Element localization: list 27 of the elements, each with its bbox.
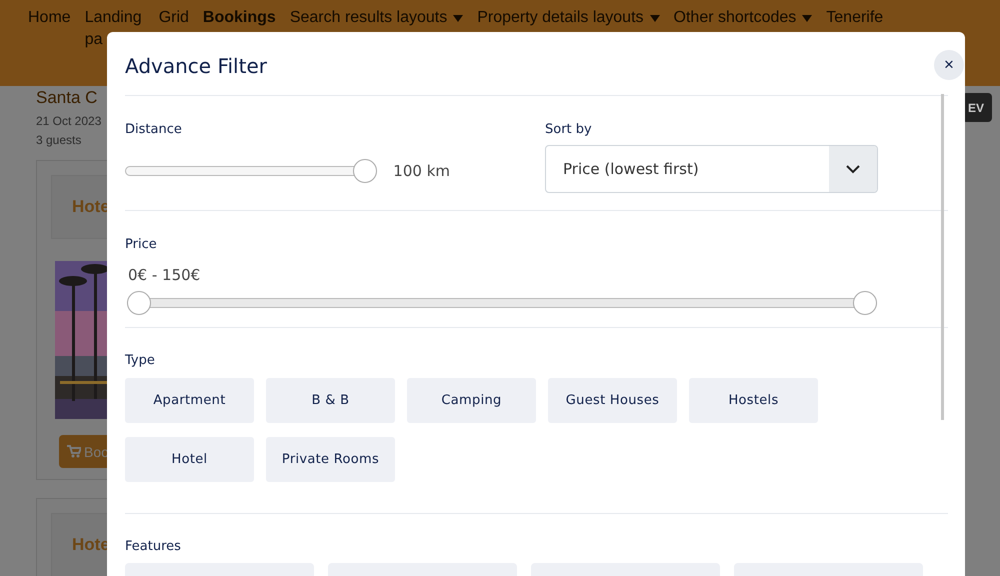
close-button[interactable]: × bbox=[934, 50, 964, 80]
type-option[interactable]: Private Rooms bbox=[266, 437, 395, 482]
slider-track[interactable] bbox=[125, 159, 378, 183]
type-option[interactable]: Apartment bbox=[125, 378, 254, 423]
range-track[interactable] bbox=[127, 291, 877, 315]
slider-thumb[interactable] bbox=[353, 159, 378, 183]
type-option[interactable]: Camping bbox=[407, 378, 536, 423]
booking-title: Santa C bbox=[36, 88, 98, 108]
distance-value: 100 km bbox=[393, 162, 450, 180]
price-range: 0€ - 150€ bbox=[128, 266, 202, 284]
scrollbar[interactable] bbox=[941, 94, 944, 420]
field-label: Distance bbox=[125, 121, 183, 139]
dialog-title: Advance Filter bbox=[125, 54, 267, 78]
cart-icon bbox=[67, 445, 81, 458]
field-label: Price bbox=[125, 236, 158, 254]
field-label: Sort by bbox=[545, 121, 593, 139]
type-option[interactable]: Hostels bbox=[689, 378, 818, 423]
sort-select[interactable]: Price (lowest first) bbox=[545, 145, 878, 193]
action-button[interactable]: EV bbox=[962, 93, 992, 122]
field-label: Type bbox=[125, 352, 156, 370]
slider-thumb[interactable] bbox=[127, 291, 151, 315]
chevron-down-icon bbox=[846, 164, 860, 174]
guest-count: 3 guests bbox=[36, 132, 82, 149]
type-option[interactable]: Guest Houses bbox=[548, 378, 677, 423]
slider-thumb[interactable] bbox=[853, 291, 877, 315]
type-option[interactable]: Hotel bbox=[125, 437, 254, 482]
type-option[interactable]: B & B bbox=[266, 378, 395, 423]
